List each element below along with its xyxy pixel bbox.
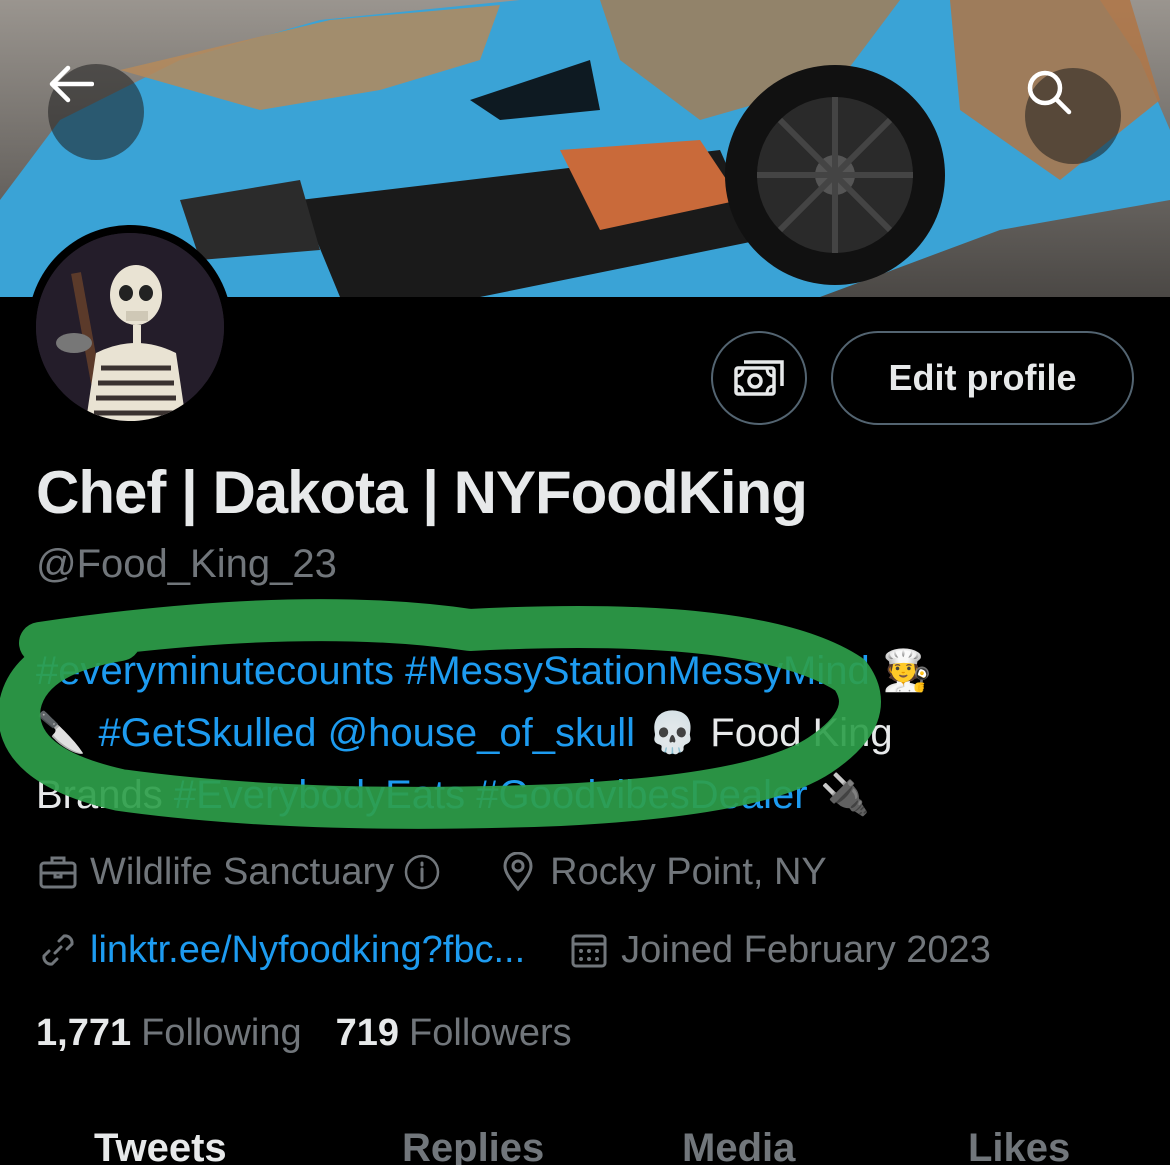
followers-label: Followers	[409, 1012, 572, 1054]
hashtag-link[interactable]: #EverybodyEats	[174, 773, 465, 817]
back-button[interactable]	[48, 64, 144, 160]
following-link[interactable]: 1,771 Following	[36, 1012, 302, 1055]
chef-emoji: 🧑‍🍳	[869, 648, 933, 694]
profile-meta-row-2: linktr.ee/Nyfoodking?fbc... Joined Febru…	[36, 928, 1033, 972]
tab-tweets[interactable]: Tweets	[94, 1126, 227, 1165]
hashtag-link[interactable]: #GetSkulled	[99, 711, 317, 755]
user-handle: @Food_King_23	[36, 542, 337, 586]
joined-item: Joined February 2023	[567, 928, 991, 972]
location-item: Rocky Point, NY	[496, 850, 827, 894]
money-icon	[734, 360, 784, 396]
location-pin-icon	[496, 850, 540, 894]
website-link[interactable]: linktr.ee/Nyfoodking?fbc...	[90, 929, 525, 972]
link-icon	[36, 928, 80, 972]
bio-line-1: #everyminutecounts #MessyStationMessyMin…	[36, 640, 1116, 702]
followers-link[interactable]: 719 Followers	[336, 1012, 572, 1055]
bio-text: Food King	[710, 711, 893, 755]
arrow-left-icon	[49, 65, 94, 103]
info-icon[interactable]	[400, 850, 444, 894]
following-label: Following	[141, 1012, 302, 1054]
search-icon	[1027, 70, 1072, 115]
hashtag-link[interactable]: #MessyStationMessyMind	[405, 649, 870, 693]
tab-replies[interactable]: Replies	[402, 1126, 544, 1165]
bio-line-3: Brands #EverybodyEats #GoodvibesDealer 🔌	[36, 764, 1116, 826]
profile-tabs: Tweets Replies Media Likes	[0, 1118, 1170, 1165]
followers-count: 719	[335, 1012, 400, 1054]
website-item[interactable]: linktr.ee/Nyfoodking?fbc...	[36, 928, 525, 972]
mention-link[interactable]: @house_of_skull	[328, 711, 635, 755]
profession-item: Wildlife Sanctuary	[36, 850, 454, 894]
skull-emoji: 💀	[635, 710, 711, 756]
hashtag-link[interactable]: #GoodvibesDealer	[476, 773, 807, 817]
following-count: 1,771	[36, 1012, 132, 1054]
joined-label: Joined February 2023	[621, 928, 991, 971]
bio-line-2: 🔪 #GetSkulled @house_of_skull 💀 Food Kin…	[36, 702, 1116, 764]
display-name: Chef | Dakota | NYFoodKing	[36, 459, 808, 526]
profession-label: Wildlife Sanctuary	[90, 850, 395, 893]
hashtag-link[interactable]: #everyminutecounts	[36, 649, 394, 693]
bio-text	[394, 649, 405, 693]
avatar[interactable]	[28, 225, 232, 429]
bio-text	[316, 711, 327, 755]
briefcase-icon	[36, 850, 80, 894]
plug-emoji: 🔌	[807, 772, 871, 818]
tab-likes[interactable]: Likes	[968, 1126, 1070, 1165]
profile-meta-row-1: Wildlife Sanctuary Rocky Point, NY	[36, 850, 869, 894]
avatar-image	[36, 233, 224, 421]
calendar-icon	[567, 928, 611, 972]
profile-bio: #everyminutecounts #MessyStationMessyMin…	[36, 640, 1116, 826]
tab-media[interactable]: Media	[682, 1126, 795, 1165]
edit-profile-button[interactable]: Edit profile	[831, 331, 1134, 425]
follow-stats: 1,771 Following 719 Followers	[36, 1012, 606, 1055]
skeleton-avatar-graphic	[36, 233, 224, 421]
tip-button[interactable]	[711, 331, 807, 425]
knife-emoji: 🔪	[36, 710, 99, 756]
location-label: Rocky Point, NY	[550, 850, 827, 893]
search-button[interactable]	[1025, 68, 1121, 164]
bio-text	[465, 773, 476, 817]
bio-text: Brands	[36, 773, 174, 817]
